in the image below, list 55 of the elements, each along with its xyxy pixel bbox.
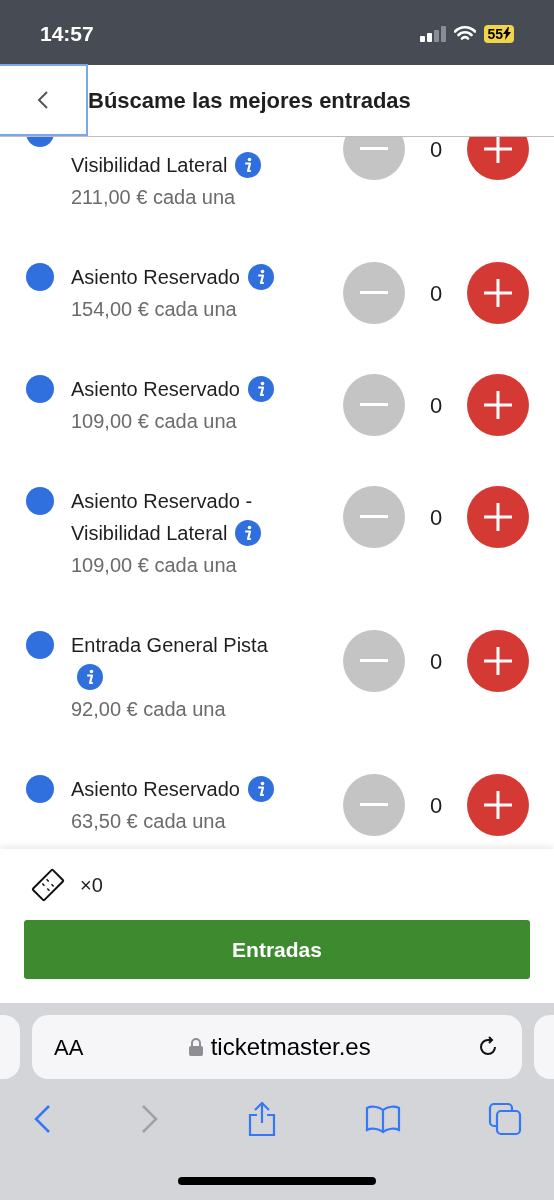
ticket-count: 0 bbox=[428, 391, 444, 420]
text-size-button[interactable]: AA bbox=[54, 1030, 84, 1064]
ticket-count: 0 bbox=[428, 503, 444, 532]
minus-icon bbox=[360, 291, 388, 295]
ticket-name: Asiento Reservado bbox=[71, 377, 240, 402]
battery-indicator: 55 bbox=[484, 24, 514, 43]
plus-icon bbox=[484, 791, 512, 819]
info-icon[interactable] bbox=[248, 776, 274, 802]
wifi-icon bbox=[454, 25, 477, 42]
ticket-name: Visibilidad Lateral bbox=[71, 153, 228, 178]
clock: 14:57 bbox=[40, 20, 94, 47]
ticket-count: 0 bbox=[428, 279, 444, 308]
ticket-total: ×0 bbox=[80, 873, 103, 898]
ticket-price: 63,50 € cada una bbox=[71, 809, 227, 834]
ticket-price: 92,00 € cada una bbox=[71, 697, 227, 722]
info-icon[interactable] bbox=[235, 152, 262, 178]
info-icon[interactable] bbox=[248, 264, 274, 290]
ticket-price: 211,00 € cada una bbox=[71, 185, 237, 210]
page-title: Búscame las mejores entradas bbox=[88, 87, 411, 115]
lock-icon bbox=[188, 1038, 203, 1056]
signal-icon bbox=[420, 25, 447, 42]
ticket-price: 109,00 € cada una bbox=[71, 409, 238, 434]
ticket-count: 0 bbox=[428, 137, 444, 164]
url-text: ticketmaster.es bbox=[210, 1032, 371, 1062]
minus-icon bbox=[360, 803, 388, 807]
share-icon[interactable] bbox=[247, 1101, 277, 1137]
plus-icon bbox=[484, 279, 512, 307]
minus-icon bbox=[360, 515, 388, 519]
ticket-count: 0 bbox=[428, 647, 444, 676]
charging-icon bbox=[503, 27, 511, 40]
plus-icon bbox=[484, 391, 512, 419]
ticket-name: Asiento Reservado bbox=[71, 777, 240, 802]
back-button[interactable] bbox=[0, 63, 88, 136]
back-icon[interactable] bbox=[32, 1104, 52, 1134]
tabs-icon[interactable] bbox=[488, 1102, 522, 1136]
minus-icon bbox=[360, 403, 388, 407]
ticket-name: Asiento Reservado bbox=[71, 265, 240, 290]
minus-icon bbox=[360, 659, 388, 663]
bookmarks-icon[interactable] bbox=[364, 1104, 401, 1134]
ticket-name: Visibilidad Lateral bbox=[71, 521, 228, 546]
ticket-count: 0 bbox=[428, 791, 444, 820]
ticket-price: 109,00 € cada una bbox=[71, 553, 238, 578]
address-bar[interactable]: AA ticketmaster.es bbox=[32, 1015, 522, 1079]
ticket-name: Entrada General Pista bbox=[71, 633, 268, 658]
back-chevron-icon bbox=[37, 89, 49, 110]
info-icon[interactable] bbox=[248, 376, 274, 402]
plus-icon bbox=[484, 647, 512, 675]
ticket-icon bbox=[30, 867, 66, 903]
ticket-name: Asiento Reservado - bbox=[71, 489, 253, 514]
minus-icon bbox=[360, 147, 388, 151]
info-icon[interactable] bbox=[235, 520, 262, 546]
plus-icon bbox=[484, 503, 512, 531]
tickets-button[interactable]: Entradas bbox=[24, 920, 530, 979]
info-icon[interactable] bbox=[77, 664, 103, 690]
ticket-price: 154,00 € cada una bbox=[71, 297, 238, 322]
